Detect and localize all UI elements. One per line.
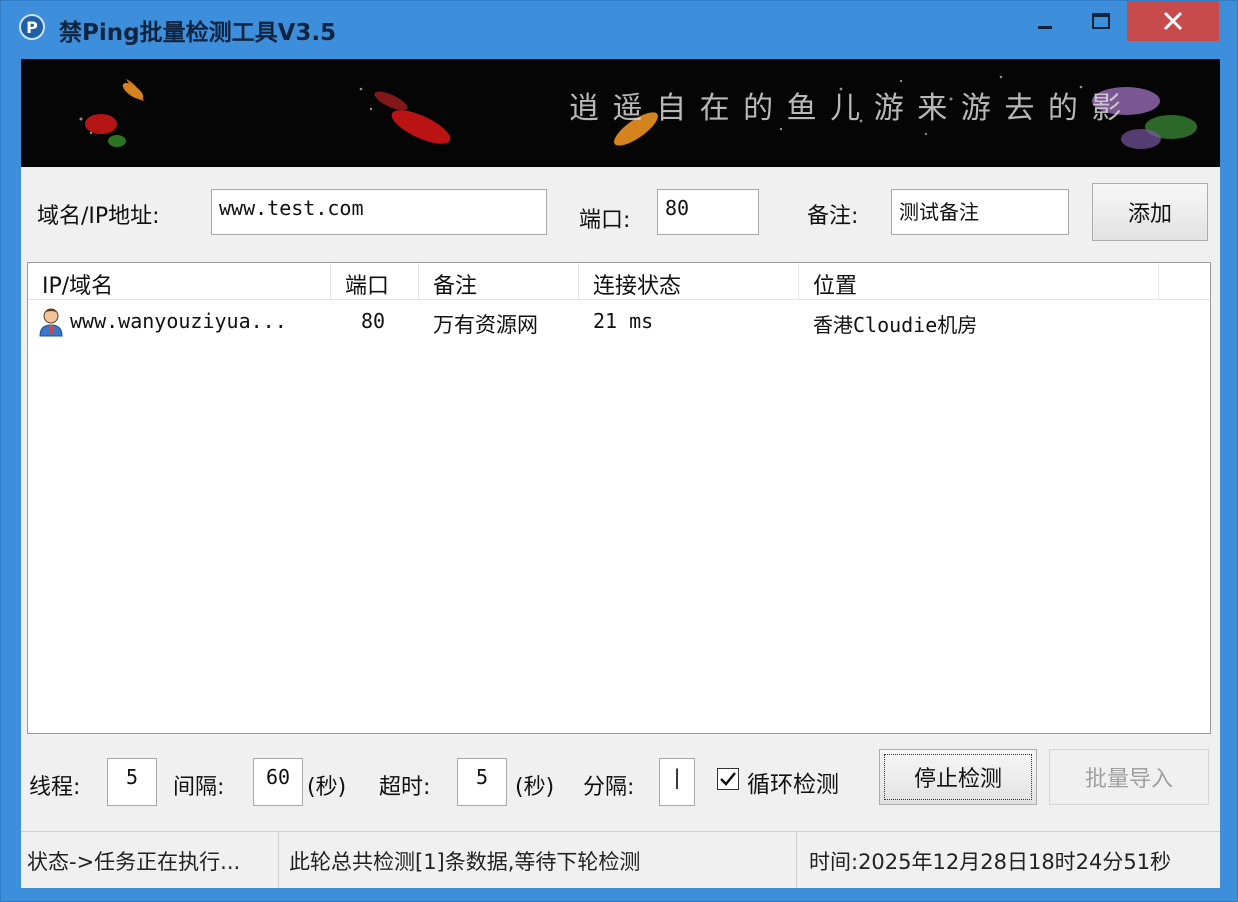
- cell-host: www.wanyouziyua...: [70, 309, 287, 333]
- window-title: 禁Ping批量检测工具V3.5: [59, 20, 337, 46]
- domain-label: 域名/IP地址:: [37, 204, 160, 229]
- stop-button[interactable]: 停止检测: [879, 749, 1037, 805]
- separator-label: 分隔:: [583, 775, 635, 800]
- column-header-note[interactable]: 备注: [419, 263, 579, 299]
- interval-label: 间隔:: [173, 775, 225, 800]
- app-window: P 禁Ping批量检测工具V3.5 逍 遥 自 在 的 鱼 儿 游 来 游 去 …: [0, 0, 1238, 902]
- minimize-icon: [1038, 26, 1052, 29]
- column-header-status[interactable]: 连接状态: [579, 263, 799, 299]
- title-bar[interactable]: P 禁Ping批量检测工具V3.5: [1, 1, 1237, 53]
- cell-status: 21 ms: [593, 309, 654, 333]
- app-p-icon: P: [19, 14, 45, 40]
- checkmark-icon: [720, 772, 736, 786]
- interval-unit: (秒): [307, 775, 347, 800]
- table-row[interactable]: www.wanyouziyua... 80 万有资源网 21 ms 香港Clou…: [28, 305, 1210, 339]
- status-message: 此轮总共检测[1]条数据,等待下轮检测: [283, 832, 797, 888]
- add-button[interactable]: 添加: [1092, 183, 1208, 241]
- threads-label: 线程:: [29, 775, 81, 800]
- host-list[interactable]: IP/域名 端口 备注 连接状态 位置 www.wanyouziyua... 8…: [27, 262, 1211, 734]
- column-header-location[interactable]: 位置: [799, 263, 1159, 299]
- status-state: 状态->任务正在执行...: [21, 832, 279, 888]
- client-area: 逍 遥 自 在 的 鱼 儿 游 来 游 去 的 影 域名/IP地址: www.t…: [21, 59, 1220, 888]
- minimize-button[interactable]: [1017, 1, 1073, 41]
- port-input[interactable]: 80: [657, 189, 759, 235]
- timeout-label: 超时:: [379, 775, 431, 800]
- user-icon: [39, 308, 63, 337]
- loop-label[interactable]: 循环检测: [747, 765, 839, 799]
- column-header-port[interactable]: 端口: [331, 263, 419, 299]
- cell-port: 80: [361, 309, 386, 333]
- note-label: 备注:: [807, 204, 859, 229]
- maximize-icon: [1092, 13, 1110, 29]
- status-time: 时间:2025年12月28日18时24分51秒: [809, 850, 1172, 874]
- timeout-unit: (秒): [515, 775, 555, 800]
- import-button[interactable]: 批量导入: [1049, 749, 1209, 805]
- svg-text:P: P: [26, 18, 38, 37]
- maximize-button[interactable]: [1073, 1, 1129, 41]
- domain-input[interactable]: www.test.com: [211, 189, 547, 235]
- close-button[interactable]: [1127, 1, 1219, 41]
- list-header: IP/域名 端口 备注 连接状态 位置: [28, 263, 1210, 300]
- separator-input[interactable]: |: [659, 758, 695, 806]
- cell-location: 香港Cloudie机房: [813, 313, 978, 337]
- column-header-host[interactable]: IP/域名: [28, 263, 331, 299]
- banner-calligraphy: 逍 遥 自 在 的 鱼 儿 游 来 游 去 的 影: [569, 91, 1124, 126]
- threads-input[interactable]: 5: [107, 758, 157, 806]
- timeout-input[interactable]: 5: [457, 758, 507, 806]
- status-bar: 状态->任务正在执行... 此轮总共检测[1]条数据,等待下轮检测 时间:202…: [21, 831, 1220, 888]
- loop-checkbox[interactable]: [717, 768, 739, 790]
- port-label: 端口:: [579, 208, 631, 233]
- cell-note: 万有资源网: [433, 313, 538, 337]
- interval-input[interactable]: 60: [253, 758, 303, 806]
- note-input[interactable]: 测试备注: [891, 189, 1069, 235]
- close-icon: [1163, 11, 1183, 31]
